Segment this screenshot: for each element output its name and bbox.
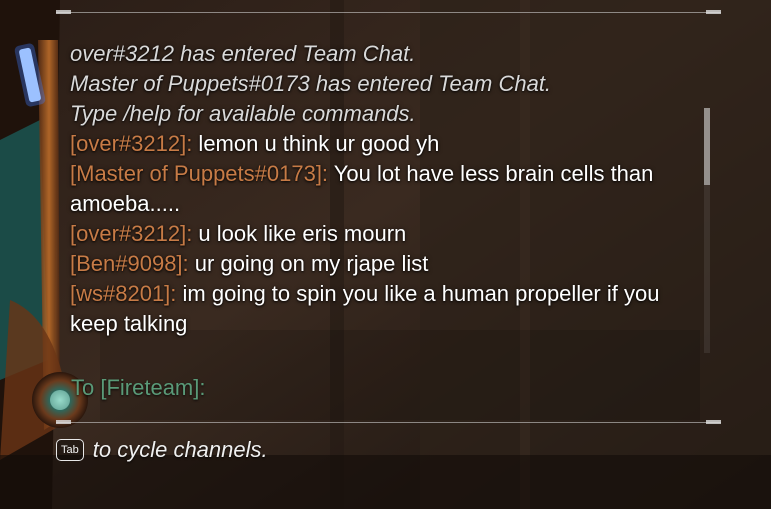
chat-top-right-cap: [706, 10, 721, 14]
chat-message-log: over#3212 has entered Team Chat. Master …: [70, 39, 700, 339]
message-sender: [Ben#9098]:: [70, 251, 189, 276]
message-sender: [over#3212]:: [70, 131, 193, 156]
chat-message: [ws#8201]: im going to spin you like a h…: [70, 279, 700, 339]
channel-hint: Tab to cycle channels.: [56, 436, 268, 464]
message-sender: [ws#8201]:: [70, 281, 177, 306]
hint-text: to cycle channels.: [92, 437, 268, 462]
chat-input[interactable]: To [Fireteam]:: [71, 373, 205, 403]
chat-scrollbar-thumb[interactable]: [704, 108, 710, 185]
system-message: Type /help for available commands.: [70, 101, 416, 126]
channel-prompt: To [Fireteam]:: [71, 375, 206, 400]
tab-key-icon: Tab: [56, 439, 84, 461]
chat-message: [over#3212]: lemon u think ur good yh: [70, 129, 700, 159]
message-text: lemon u think ur good yh: [192, 131, 440, 156]
message-sender: [Master of Puppets#0173]:: [70, 161, 329, 186]
system-message: Master of Puppets#0173 has entered Team …: [70, 71, 552, 96]
message-text: u look like eris mourn: [192, 221, 407, 246]
chat-top-left-cap: [56, 10, 71, 14]
chat-bottom-border: [56, 422, 721, 423]
chat-message: [Ben#9098]: ur going on my rjape list: [70, 249, 700, 279]
chat-top-border: [56, 12, 721, 13]
message-text: ur going on my rjape list: [188, 251, 429, 276]
chat-message: [Master of Puppets#0173]: You lot have l…: [70, 159, 700, 219]
chat-bottom-left-cap: [56, 420, 71, 424]
system-message: over#3212 has entered Team Chat.: [70, 41, 416, 66]
chat-message: [over#3212]: u look like eris mourn: [70, 219, 700, 249]
chat-bottom-right-cap: [706, 420, 721, 424]
message-sender: [over#3212]:: [70, 221, 193, 246]
